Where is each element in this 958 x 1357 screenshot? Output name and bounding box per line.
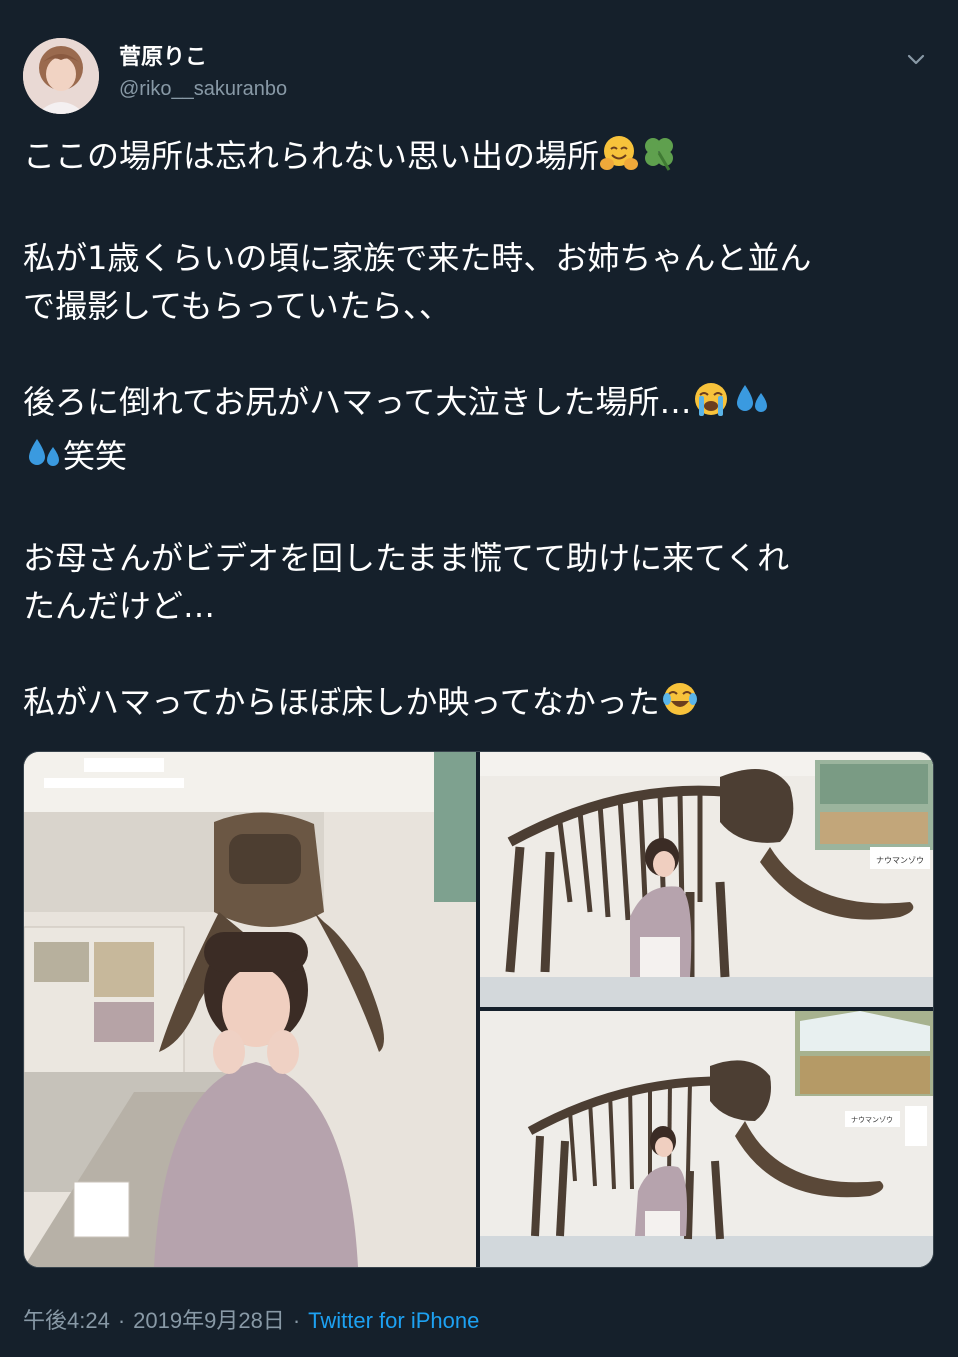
tweet-time[interactable]: 午後4:24 bbox=[23, 1308, 110, 1333]
meta-separator: · bbox=[117, 1308, 126, 1333]
tweet-line-4: で撮影してもらっていたら、、 bbox=[23, 287, 451, 325]
face-with-tears-of-joy-icon bbox=[660, 679, 700, 732]
tweet-text: ここの場所は忘れられない思い出の場所 私が1歳くらいの頃に家族で来た時、お姉ちゃ… bbox=[23, 132, 933, 732]
photo2-sign: ナウマンゾウ bbox=[876, 856, 924, 865]
sweat-droplets-icon bbox=[731, 379, 771, 432]
tweet-date[interactable]: 2019年9月28日 bbox=[133, 1308, 285, 1333]
four-leaf-clover-icon bbox=[639, 133, 679, 186]
tweet-line-7: 笑笑 bbox=[63, 437, 128, 475]
tweet-source-link[interactable]: Twitter for iPhone bbox=[308, 1308, 479, 1333]
tweet-line-10: たんだけど… bbox=[23, 587, 216, 625]
tweet-line-12: 私がハマってからほぼ床しか映ってなかった bbox=[23, 683, 660, 721]
tweet-meta: 午後4:24 · 2019年9月28日 · Twitter for iPhone bbox=[23, 1306, 479, 1336]
user-handle[interactable]: @riko__sakuranbo bbox=[119, 76, 287, 102]
photo-1[interactable] bbox=[24, 752, 476, 1267]
tweet-line-1: ここの場所は忘れられない思い出の場所 bbox=[23, 137, 600, 175]
tweet-header: 菅原りこ @riko__sakuranbo bbox=[23, 38, 935, 114]
photo-2[interactable]: ナウマンゾウ bbox=[480, 752, 933, 1007]
photo-3[interactable]: ナウマンゾウ bbox=[480, 1011, 933, 1267]
tweet-line-3: 私が1歳くらいの頃に家族で来た時、お姉ちゃんと並ん bbox=[23, 239, 812, 277]
display-name[interactable]: 菅原りこ bbox=[119, 44, 287, 72]
tweet-line-9: お母さんがビデオを回したまま慌てて助けに来てくれ bbox=[23, 539, 790, 577]
hugging-face-icon bbox=[599, 133, 639, 186]
tweet-line-6: 後ろに倒れてお尻がハマって大泣きした場所… bbox=[23, 383, 692, 421]
loudly-crying-face-icon bbox=[691, 379, 731, 432]
photo3-sign: ナウマンゾウ bbox=[851, 1116, 893, 1124]
avatar[interactable] bbox=[23, 38, 99, 114]
sweat-droplets-icon bbox=[23, 433, 63, 486]
chevron-down-icon[interactable] bbox=[901, 44, 931, 74]
media-grid: ナウマンゾウ ナウマンゾウ bbox=[23, 751, 934, 1268]
meta-separator-2: · bbox=[292, 1308, 301, 1333]
